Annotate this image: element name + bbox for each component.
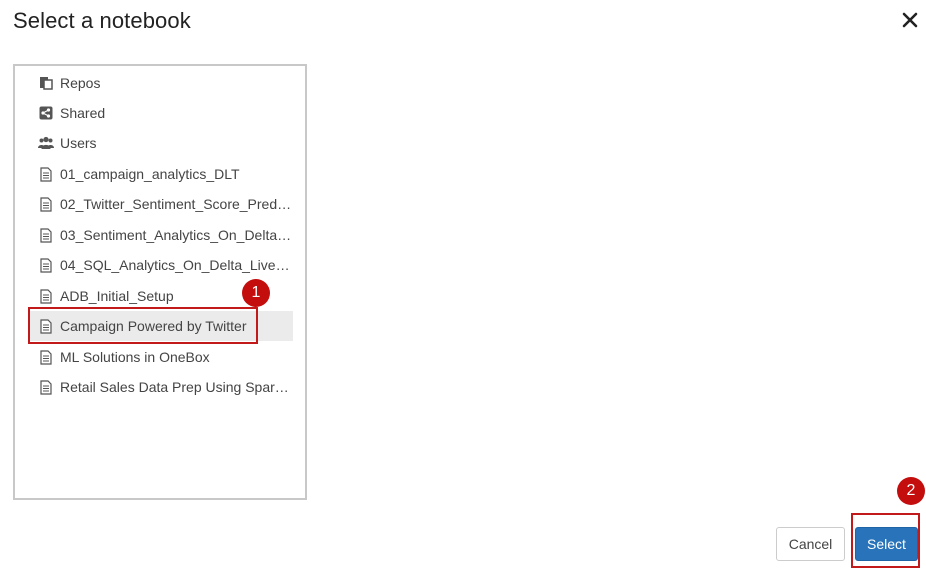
cancel-button[interactable]: Cancel bbox=[776, 527, 845, 561]
tree-item-shared[interactable]: Shared bbox=[29, 98, 293, 128]
tree-item-label: Campaign Powered by Twitter bbox=[60, 318, 247, 334]
tree-item-label: Users bbox=[60, 135, 97, 151]
notebook-icon bbox=[38, 318, 54, 334]
tree-item-label: Repos bbox=[60, 75, 101, 91]
tree-item-label: ML Solutions in OneBox bbox=[60, 349, 210, 365]
tree-item-notebook[interactable]: 03_Sentiment_Analytics_On_Delta_... bbox=[29, 220, 293, 250]
notebook-tree[interactable]: Repos Shared Users 01_campaign_analytics… bbox=[13, 64, 307, 500]
select-button[interactable]: Select bbox=[855, 527, 918, 561]
tree-item-notebook-selected[interactable]: Campaign Powered by Twitter bbox=[29, 311, 293, 341]
close-button[interactable] bbox=[899, 9, 921, 31]
notebook-icon bbox=[38, 288, 54, 304]
tree-item-notebook[interactable]: ML Solutions in OneBox bbox=[29, 342, 293, 372]
annotation-marker: 2 bbox=[897, 477, 925, 505]
repos-icon bbox=[38, 75, 54, 91]
notebook-icon bbox=[38, 349, 54, 365]
tree-item-notebook[interactable]: 02_Twitter_Sentiment_Score_Pred_... bbox=[29, 189, 293, 219]
tree-item-label: 02_Twitter_Sentiment_Score_Pred_... bbox=[60, 196, 293, 212]
notebook-icon bbox=[38, 257, 54, 273]
tree-item-label: 04_SQL_Analytics_On_Delta_Live_T... bbox=[60, 257, 293, 273]
tree-item-label: 03_Sentiment_Analytics_On_Delta_... bbox=[60, 227, 293, 243]
shared-icon bbox=[38, 105, 54, 121]
notebook-icon bbox=[38, 166, 54, 182]
tree-item-label: Retail Sales Data Prep Using Spark ... bbox=[60, 379, 293, 395]
users-icon bbox=[38, 135, 54, 151]
notebook-icon bbox=[38, 196, 54, 212]
dialog-title: Select a notebook bbox=[13, 8, 191, 33]
tree-item-label: ADB_Initial_Setup bbox=[60, 288, 174, 304]
tree-item-repos[interactable]: Repos bbox=[29, 68, 293, 98]
notebook-icon bbox=[38, 379, 54, 395]
tree-item-notebook[interactable]: Retail Sales Data Prep Using Spark ... bbox=[29, 372, 293, 402]
close-icon[interactable] bbox=[899, 9, 921, 31]
notebook-icon bbox=[38, 227, 54, 243]
tree-item-notebook[interactable]: 01_campaign_analytics_DLT bbox=[29, 159, 293, 189]
tree-item-notebook[interactable]: ADB_Initial_Setup bbox=[29, 281, 293, 311]
tree-item-users[interactable]: Users bbox=[29, 128, 293, 158]
tree-item-label: 01_campaign_analytics_DLT bbox=[60, 166, 240, 182]
tree-item-notebook[interactable]: 04_SQL_Analytics_On_Delta_Live_T... bbox=[29, 250, 293, 280]
tree-item-label: Shared bbox=[60, 105, 106, 121]
